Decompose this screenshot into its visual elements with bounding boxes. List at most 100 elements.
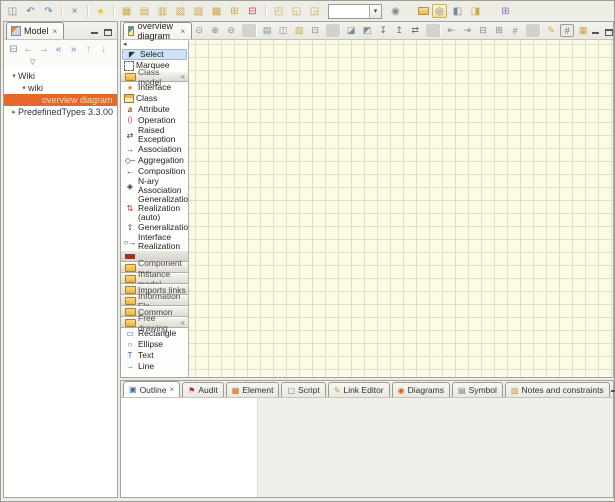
nary-association-tool[interactable]: ◈ N-ary Association [121,177,188,195]
view-menu-arrow[interactable]: ▽ [4,58,117,68]
tab-element[interactable]: ▦ Element [226,382,280,397]
expander-icon[interactable]: ▾ [10,72,18,80]
previous-reference-icon[interactable]: « [52,43,65,56]
association-tool[interactable]: → Association [121,144,188,155]
snap-to-grid-icon[interactable]: # [560,24,574,37]
diagram-properties-icon[interactable]: ▧ [292,24,306,37]
new-class-icon[interactable]: ◱ [289,4,304,18]
swap-icon[interactable]: ⇄ [408,24,422,37]
copy-format-icon[interactable]: ◩ [360,24,374,37]
filter-icon[interactable]: ◗ [112,43,117,56]
outline-content[interactable] [121,398,257,497]
search-icon[interactable]: ◉ [388,4,403,18]
close-icon[interactable]: × [170,385,175,394]
close-icon[interactable]: × [53,27,58,36]
tab-model[interactable]: Model × [6,22,64,39]
tree-item-wiki-model[interactable]: ▾ wiki [4,82,117,94]
class-model-drawer[interactable]: Class model « [121,71,188,82]
link-with-explorer-icon[interactable]: ◎ [432,4,447,18]
zoom-out-icon[interactable]: ⊖ [224,24,238,37]
interface-realization-tool[interactable]: ○→ Interface Realization [121,233,188,251]
move-up-icon[interactable]: ↑ [82,43,95,56]
move-down-icon[interactable]: ↓ [97,43,110,56]
context-combo[interactable]: ▾ [328,4,382,19]
redo-icon[interactable]: ↷ [41,4,56,18]
aggregation-tool[interactable]: ◇– Aggregation [121,155,188,166]
grid-view-icon[interactable]: ⊞ [498,4,513,18]
audit-hint-icon[interactable]: ● [93,4,108,18]
diagram-canvas[interactable] [189,40,613,377]
align-left-icon[interactable]: ⇤ [444,24,458,37]
create-class-diagram-icon[interactable]: ▦ [119,4,134,18]
class-tool[interactable]: Class [121,93,188,104]
collapse-all-icon[interactable]: ⊟ [7,43,20,56]
tree-item-predefined-types[interactable]: ▸ PredefinedTypes 3.3.00 [4,106,117,118]
back-icon[interactable]: ← [22,43,35,56]
align-middle-icon[interactable]: ⊟ [476,24,490,37]
save-icon[interactable]: ◫ [5,4,20,18]
show-symbol-view-icon[interactable]: ◨ [468,4,483,18]
select-tool[interactable]: ◤ Select [122,49,187,60]
bring-to-front-icon[interactable]: ↥ [392,24,406,37]
show-smart-links-icon[interactable]: ▦ [576,24,590,37]
chevron-down-icon[interactable]: ▾ [369,5,381,18]
ellipse-tool[interactable]: ○ Ellipse [121,339,188,350]
zoom-in-icon[interactable]: ⊕ [208,24,222,37]
tree-item-wiki-project[interactable]: ▾ Wiki [4,70,117,82]
show-mda-browser-icon[interactable]: ◧ [450,4,465,18]
align-right-icon[interactable]: ⇥ [460,24,474,37]
create-object-diagram-icon[interactable]: ⊟ [245,4,260,18]
create-state-diagram-icon[interactable]: ▧ [173,4,188,18]
tab-notes-and-constraints[interactable]: ▧ Notes and constraints [505,382,610,397]
palette-collapse-icon[interactable]: ◂ [121,40,188,49]
instance-model-drawer[interactable]: Instance model [121,273,188,284]
expander-icon[interactable]: ▸ [10,108,18,116]
edit-links-icon[interactable]: ✎ [544,24,558,37]
generalization-realization-auto-tool[interactable]: ⇅ Generalizatio... Realization (auto) [121,195,188,222]
zoom-fit-icon[interactable]: ⊙ [192,24,206,37]
new-interface-icon[interactable]: ◲ [307,4,322,18]
tab-outline[interactable]: ▣ Outline × [123,381,180,397]
create-deployment-diagram-icon[interactable]: ▩ [209,4,224,18]
maximize-button[interactable] [604,27,614,36]
tab-diagrams[interactable]: ◉ Diagrams [392,382,450,397]
paste-format-icon[interactable]: ◪ [344,24,358,37]
interface-tool[interactable]: ● Interface [121,82,188,93]
free-drawing-drawer[interactable]: Free drawing « [121,317,188,328]
close-icon[interactable]: × [181,27,186,36]
external-tools-icon[interactable]: × [67,4,82,18]
send-to-back-icon[interactable]: ↧ [376,24,390,37]
open-folder-icon[interactable] [418,7,429,15]
expander-icon[interactable]: ▾ [20,84,28,92]
tree-item-overview-diagram-selected[interactable]: overview diagram [4,94,117,106]
tab-overview-diagram[interactable]: overview diagram × [123,22,192,39]
tab-audit[interactable]: ⚑ Audit [182,382,224,397]
tab-script[interactable]: ▢ Script [281,382,325,397]
grid-icon[interactable]: # [508,24,522,37]
rectangle-tool[interactable]: ▭ Rectangle [121,328,188,339]
line-tool[interactable]: → Line [121,361,188,372]
minimize-button[interactable] [610,385,615,394]
undo-icon[interactable]: ↶ [23,4,38,18]
tab-symbol[interactable]: ▤ Symbol [452,382,503,397]
print-icon[interactable]: ▤ [260,24,274,37]
drawer-pin-icon[interactable]: « [181,72,187,81]
text-tool[interactable]: T Text [121,350,188,361]
new-package-icon[interactable]: ◰ [271,4,286,18]
create-activity-diagram-icon[interactable]: ▨ [191,4,206,18]
distribute-icon[interactable]: ⊞ [492,24,506,37]
minimize-button[interactable] [89,27,99,36]
save-image-icon[interactable]: ◫ [276,24,290,37]
tab-link-editor[interactable]: ✎ Link Editor [328,382,390,397]
show-frame-icon[interactable]: ⊡ [308,24,322,37]
raised-exception-tool[interactable]: ⇄ Raised Exception [121,126,188,144]
create-component-diagram-icon[interactable]: ⊞ [227,4,242,18]
minimize-button[interactable] [590,27,600,36]
create-sequence-diagram-icon[interactable]: ▤ [137,4,152,18]
forward-icon[interactable]: → [37,43,50,56]
information-flow-drawer[interactable]: Information Flo... [121,295,188,306]
drawer-pin-icon[interactable]: « [181,318,187,327]
attribute-tool[interactable]: a Attribute [121,104,188,115]
create-usecase-diagram-icon[interactable]: ▥ [155,4,170,18]
maximize-button[interactable] [103,27,113,36]
